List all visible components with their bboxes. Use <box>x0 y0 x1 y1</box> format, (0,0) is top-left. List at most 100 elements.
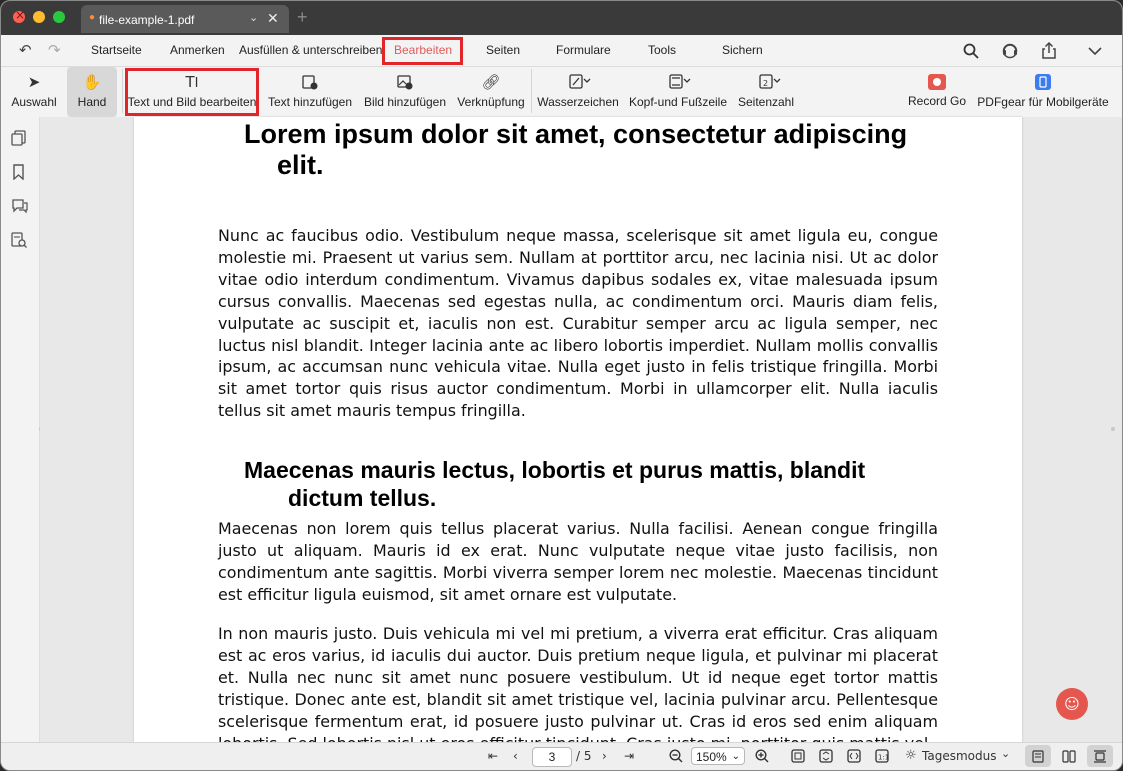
mobile-device-icon <box>1035 74 1051 90</box>
paragraph-1: Nunc ac faucibus odio. Vestibulum neque … <box>218 226 938 421</box>
cursor-icon: ➤ <box>27 73 41 91</box>
day-mode-select[interactable]: Tagesmodus <box>922 749 996 763</box>
tool-bild-hinzufuegen-label: Bild hinzufügen <box>363 95 447 109</box>
hand-icon: ✋ <box>82 73 102 91</box>
tab-chevron-icon[interactable]: ⌄ <box>249 11 258 24</box>
menu-seiten[interactable]: Seiten <box>486 43 520 57</box>
zoom-in-icon[interactable] <box>755 749 769 763</box>
paragraph-2: Maecenas non lorem quis tellus placerat … <box>218 519 938 604</box>
highlight-box-text-bild <box>125 68 259 116</box>
document-title-line2: elit. <box>277 150 324 180</box>
menu-sichern[interactable]: Sichern <box>722 43 763 57</box>
menu-formulare[interactable]: Formulare <box>556 43 611 57</box>
tool-bild-hinzufuegen[interactable]: Bild hinzufügen <box>361 67 449 117</box>
sun-icon: ☼ <box>905 748 917 763</box>
two-page-icon <box>1062 750 1076 763</box>
previous-page-icon[interactable]: ‹ <box>513 749 518 763</box>
search-document-icon[interactable] <box>11 232 27 248</box>
fit-page-icon[interactable] <box>791 749 805 763</box>
document-canvas[interactable]: Lorem ipsum dolor sit amet, consectetur … <box>40 117 1122 742</box>
tool-verknuepfung-label: Verknüpfung <box>457 95 525 109</box>
toolbar-divider <box>122 69 123 113</box>
next-page-icon[interactable]: › <box>602 749 607 763</box>
new-tab-button[interactable]: + <box>297 7 308 28</box>
tool-kopf-fusszeile[interactable]: Kopf-und Fußzeile <box>627 67 729 117</box>
menu-bar: ↶ ↷ Startseite Anmerken Ausfüllen & unte… <box>1 35 1122 67</box>
comments-icon[interactable] <box>11 198 29 214</box>
edit-toolbar: ➤ Auswahl ✋ Hand TI Text und Bild bearbe… <box>1 67 1122 118</box>
tool-text-hinzufuegen-label: Text hinzufügen <box>267 95 353 109</box>
close-window-button[interactable] <box>13 8 25 23</box>
title-bar: ● file-example-1.pdf ⌄ ✕ + <box>1 1 1122 35</box>
tool-pdfgear-mobile-label: PDFgear für Mobilgeräte <box>977 95 1109 109</box>
document-title-line1: Lorem ipsum dolor sit amet, consectetur … <box>244 119 908 149</box>
zoom-out-icon[interactable] <box>669 749 683 763</box>
fit-height-icon[interactable] <box>819 749 833 763</box>
scroll-view-button[interactable] <box>1087 745 1113 767</box>
section-heading-line2: dictum tellus. <box>288 485 437 511</box>
tool-wasserzeichen-label: Wasserzeichen <box>537 95 619 109</box>
menu-tools[interactable]: Tools <box>648 43 676 57</box>
continuous-scroll-icon <box>1094 750 1106 763</box>
undo-icon[interactable]: ↶ <box>19 41 32 59</box>
zoom-window-button[interactable] <box>53 11 65 23</box>
tool-seitenzahl[interactable]: 2 Seitenzahl <box>735 67 797 117</box>
record-icon <box>928 74 946 90</box>
svg-text:2: 2 <box>763 79 768 88</box>
header-footer-icon <box>669 74 691 89</box>
tool-seitenzahl-label: Seitenzahl <box>737 95 795 109</box>
bookmark-icon[interactable] <box>11 164 26 180</box>
add-image-icon <box>397 75 413 90</box>
tool-text-hinzufuegen[interactable]: Text hinzufügen <box>264 67 356 117</box>
app-window: ● file-example-1.pdf ⌄ ✕ + ↶ ↷ Startseit… <box>0 0 1123 771</box>
tool-record-go[interactable]: Record Go <box>905 67 969 117</box>
minimize-window-button[interactable] <box>33 11 45 23</box>
support-icon[interactable] <box>1001 42 1019 60</box>
unsaved-dot-icon: ● <box>89 12 96 23</box>
left-sidebar <box>1 117 40 742</box>
zoom-chevron-icon: ⌄ <box>731 751 740 762</box>
share-icon[interactable] <box>1041 42 1057 60</box>
fit-width-icon[interactable] <box>847 749 861 763</box>
tab-close-icon[interactable]: ✕ <box>267 10 279 27</box>
redo-icon[interactable]: ↷ <box>48 41 61 59</box>
tool-hand[interactable]: ✋ Hand <box>67 67 117 117</box>
last-page-icon[interactable]: ⇥ <box>624 749 634 763</box>
right-resize-handle[interactable] <box>1111 427 1115 431</box>
tool-wasserzeichen[interactable]: Wasserzeichen <box>537 67 619 117</box>
tab-title: file-example-1.pdf <box>99 13 195 27</box>
highlight-box-bearbeiten <box>382 37 463 65</box>
tool-hand-label: Hand <box>77 95 107 109</box>
menu-anmerken[interactable]: Anmerken <box>170 43 225 57</box>
chevron-down-icon[interactable] <box>1088 46 1102 56</box>
day-mode-chevron-icon[interactable]: ⌄ <box>1001 747 1010 760</box>
search-icon[interactable] <box>963 43 979 59</box>
status-bar: ⇤ ‹ 3 / 5 › ⇥ 150% ⌄ 1:1 ☼ Tagesmodus ⌄ <box>1 742 1122 770</box>
paragraph-3: In non mauris justo. Duis vehicula mi ve… <box>218 624 938 742</box>
add-text-icon <box>302 75 318 90</box>
section-heading-line1: Maecenas mauris lectus, lobortis et puru… <box>244 457 866 483</box>
tool-kopf-fusszeile-label: Kopf-und Fußzeile <box>628 95 728 109</box>
pdf-page[interactable]: Lorem ipsum dolor sit amet, consectetur … <box>134 117 1022 742</box>
page-number-icon: 2 <box>759 74 781 89</box>
single-page-view-button[interactable] <box>1025 745 1051 767</box>
svg-text:1:1: 1:1 <box>878 754 889 762</box>
toolbar-divider <box>531 69 532 113</box>
pages-thumbnail-icon[interactable] <box>11 130 26 146</box>
document-tab[interactable]: ● file-example-1.pdf ⌄ ✕ <box>81 5 289 33</box>
menu-ausfuellen-unterschreiben[interactable]: Ausfüllen & unterschreiben <box>239 43 382 57</box>
tool-verknuepfung[interactable]: 🔗︎ Verknüpfung <box>455 67 527 117</box>
menu-startseite[interactable]: Startseite <box>91 43 142 57</box>
link-icon: 🔗︎ <box>481 73 501 91</box>
actual-size-icon[interactable]: 1:1 <box>875 749 889 763</box>
first-page-icon[interactable]: ⇤ <box>488 749 498 763</box>
two-page-view-button[interactable] <box>1056 745 1082 767</box>
tool-auswahl-label: Auswahl <box>11 95 57 109</box>
page-number-input[interactable]: 3 <box>532 747 572 767</box>
tool-auswahl[interactable]: ➤ Auswahl <box>7 67 61 117</box>
total-pages: / 5 <box>576 749 592 763</box>
ai-assistant-icon[interactable]: ☺ <box>1056 688 1088 720</box>
tool-pdfgear-mobile[interactable]: PDFgear für Mobilgeräte <box>977 67 1109 117</box>
single-page-icon <box>1032 750 1044 763</box>
zoom-select[interactable]: 150% ⌄ <box>691 747 745 765</box>
